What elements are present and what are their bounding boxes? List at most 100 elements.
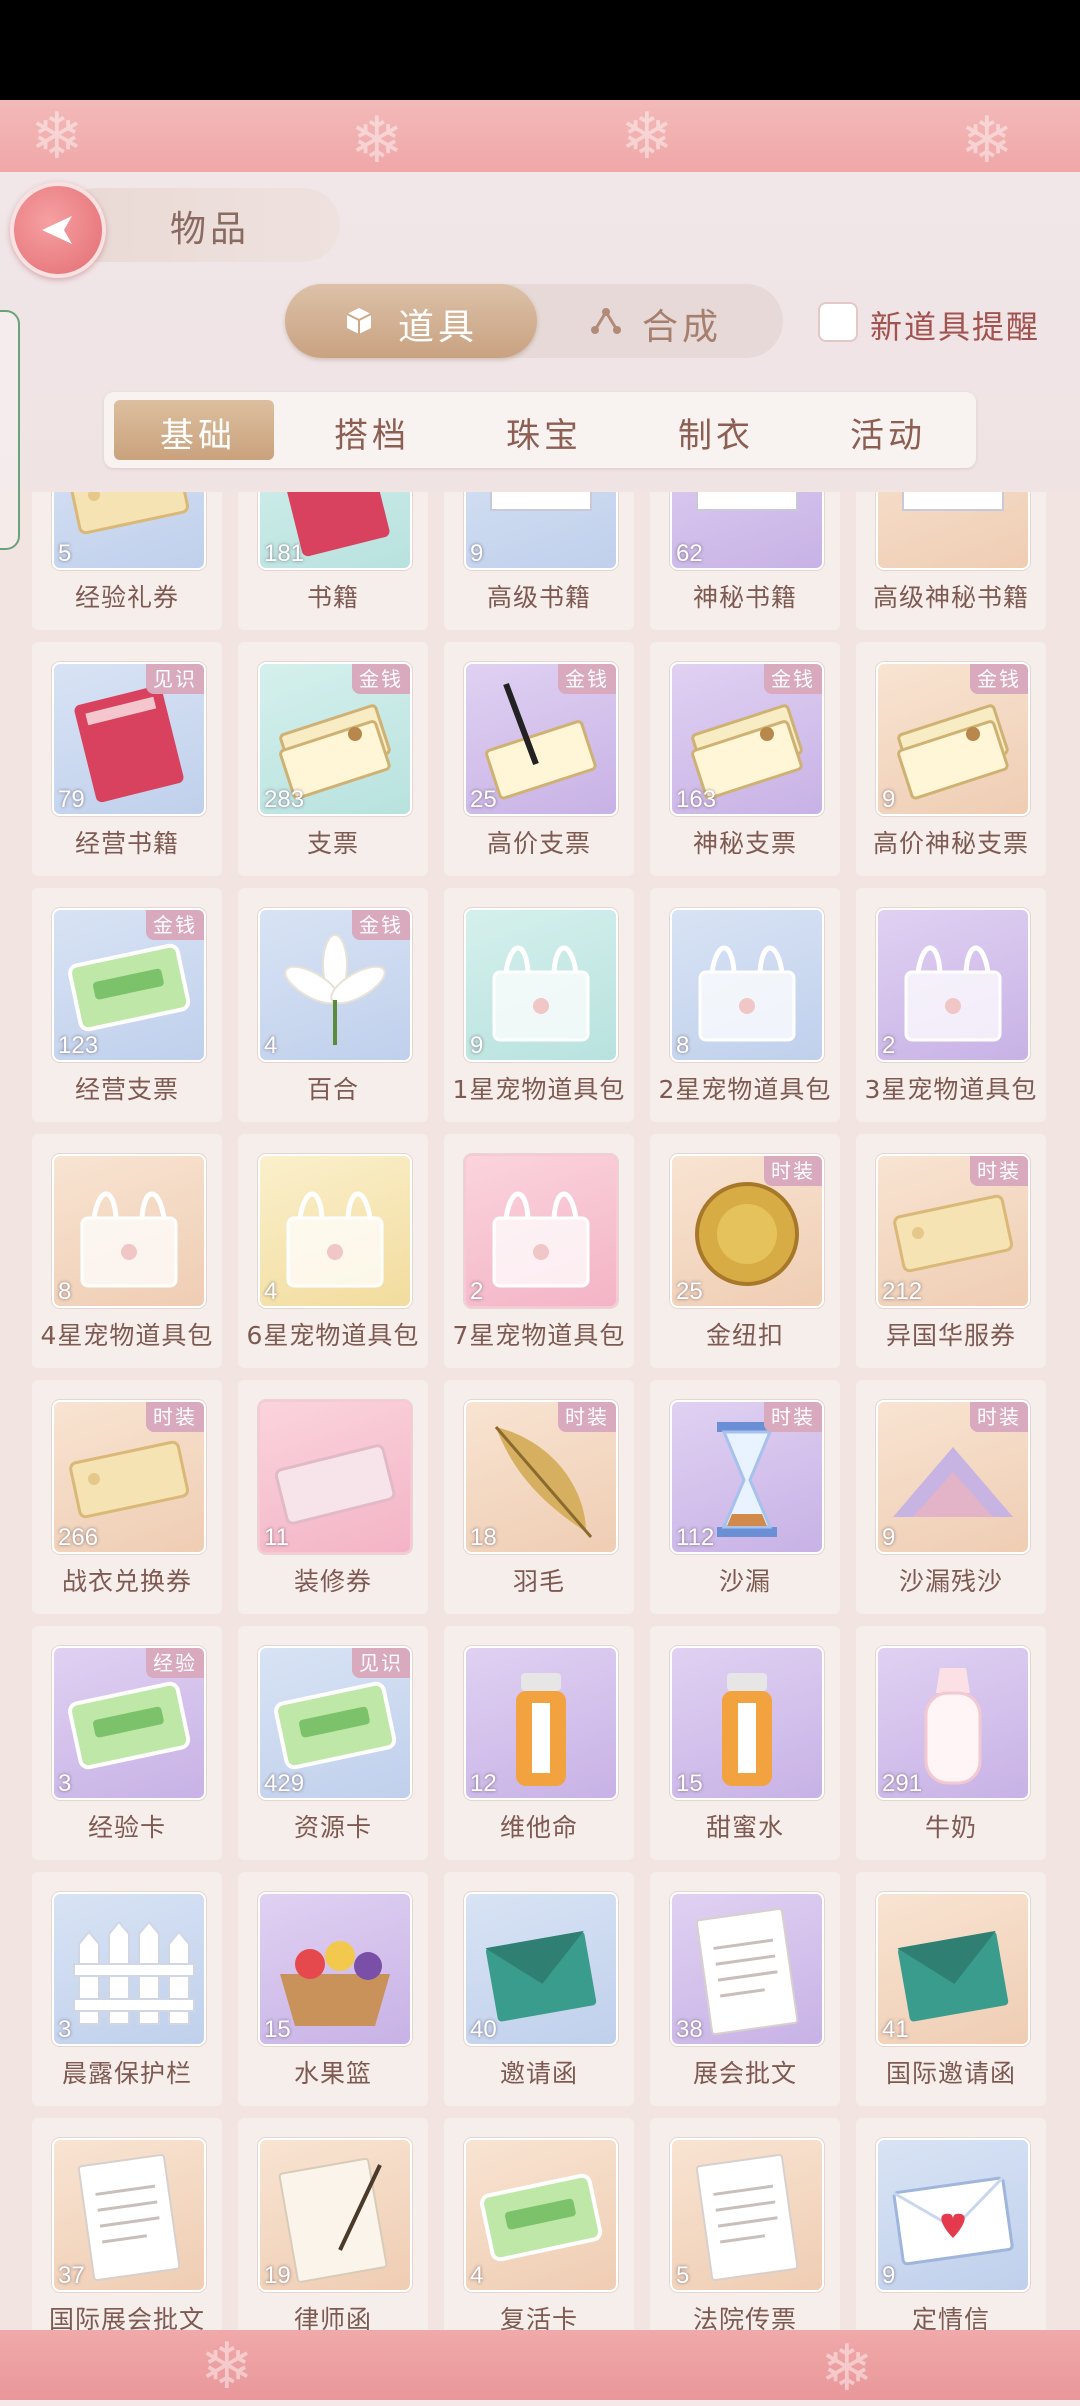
item-card[interactable]: 4 复活卡 bbox=[444, 2118, 634, 2330]
item-card[interactable]: 金钱 25 高价支票 bbox=[444, 642, 634, 876]
item-name: 定情信 bbox=[911, 2305, 990, 2330]
item-thumbnail: 8 bbox=[52, 1154, 206, 1308]
bottom-decorative-band: ❄ ❄ bbox=[0, 2330, 1080, 2406]
item-card[interactable]: 9 1星宠物道具包 bbox=[444, 888, 634, 1122]
item-count: 79 bbox=[58, 786, 85, 813]
item-card[interactable]: 5 经验礼券 bbox=[32, 492, 222, 630]
page-title: 物品 bbox=[170, 209, 251, 250]
item-thumbnail: 19 bbox=[258, 2138, 412, 2292]
item-thumbnail: 4 bbox=[464, 2138, 618, 2292]
category-tab-partner[interactable]: 搭档 bbox=[334, 408, 410, 457]
item-card[interactable]: 37 国际展会批文 bbox=[32, 2118, 222, 2330]
item-count: 112 bbox=[676, 1524, 715, 1551]
item-card[interactable]: 金钱 283 支票 bbox=[238, 642, 428, 876]
item-name: 金纽扣 bbox=[705, 1321, 784, 1350]
item-badge: 时装 bbox=[970, 1402, 1028, 1432]
item-card[interactable]: 40 邀请函 bbox=[444, 1872, 634, 2106]
item-thumbnail: 12 bbox=[464, 1646, 618, 1800]
item-count: 9 bbox=[882, 1524, 896, 1551]
item-card[interactable]: 3 晨露保护栏 bbox=[32, 1872, 222, 2106]
item-card[interactable]: 时装 266 战衣兑换券 bbox=[32, 1380, 222, 1614]
item-card[interactable]: 金钱 163 神秘支票 bbox=[650, 642, 840, 876]
item-name: 国际展会批文 bbox=[48, 2305, 205, 2330]
item-name: 高级书籍 bbox=[486, 583, 591, 612]
item-card[interactable]: 19 律师函 bbox=[238, 2118, 428, 2330]
item-name: 水果篮 bbox=[293, 2059, 372, 2088]
item-count: 291 bbox=[882, 1770, 923, 1797]
item-card[interactable]: 时装 18 羽毛 bbox=[444, 1380, 634, 1614]
fence-icon bbox=[73, 1920, 195, 2025]
item-card[interactable]: 41 国际邀请函 bbox=[856, 1872, 1046, 2106]
item-card[interactable]: 181 书籍 bbox=[238, 492, 428, 630]
item-card[interactable]: 金钱 4 百合 bbox=[238, 888, 428, 1122]
item-card[interactable]: 2 7星宠物道具包 bbox=[444, 1134, 634, 1368]
item-card[interactable]: 38 展会批文 bbox=[650, 1872, 840, 2106]
document-icon bbox=[695, 2153, 799, 2282]
item-card[interactable]: 2 3星宠物道具包 bbox=[856, 888, 1046, 1122]
item-badge: 见识 bbox=[146, 664, 204, 694]
item-thumbnail: 40 bbox=[464, 1892, 618, 2046]
item-badge: 时装 bbox=[146, 1402, 204, 1432]
item-count: 429 bbox=[264, 1770, 305, 1797]
item-card[interactable]: 见识 429 资源卡 bbox=[238, 1626, 428, 1860]
item-card[interactable]: 时装 25 金纽扣 bbox=[650, 1134, 840, 1368]
category-tab-jewelry[interactable]: 珠宝 bbox=[506, 408, 582, 457]
category-tab-event[interactable]: 活动 bbox=[850, 408, 926, 457]
category-tab-basic[interactable]: 基础 bbox=[160, 408, 236, 457]
item-thumbnail: 时装 266 bbox=[52, 1400, 206, 1554]
item-thumbnail: 时装 25 bbox=[670, 1154, 824, 1308]
gift-bag-icon bbox=[492, 1191, 590, 1288]
item-card[interactable]: 15 甜蜜水 bbox=[650, 1626, 840, 1860]
item-card[interactable]: 时装 9 沙漏残沙 bbox=[856, 1380, 1046, 1614]
item-thumbnail: 41 bbox=[876, 1892, 1030, 2046]
item-thumbnail: 37 bbox=[52, 2138, 206, 2292]
item-name: 展会批文 bbox=[692, 2059, 797, 2088]
item-card[interactable]: 金钱 123 经营支票 bbox=[32, 888, 222, 1122]
item-card[interactable]: 经验 3 经验卡 bbox=[32, 1626, 222, 1860]
item-badge: 金钱 bbox=[970, 664, 1028, 694]
item-count: 62 bbox=[676, 540, 703, 567]
item-name: 甜蜜水 bbox=[705, 1813, 784, 1842]
item-name: 4星宠物道具包 bbox=[40, 1321, 214, 1350]
item-card[interactable]: 15 水果篮 bbox=[238, 1872, 428, 2106]
item-name: 1星宠物道具包 bbox=[452, 1075, 626, 1104]
item-name: 6星宠物道具包 bbox=[246, 1321, 420, 1350]
cube-icon bbox=[346, 308, 372, 334]
item-card[interactable]: 62 神秘书籍 bbox=[650, 492, 840, 630]
item-thumbnail: 经验 3 bbox=[52, 1646, 206, 1800]
item-count: 8 bbox=[58, 1278, 72, 1305]
item-thumbnail: 4 bbox=[258, 1154, 412, 1308]
gift-bag-icon bbox=[492, 945, 590, 1042]
item-card[interactable]: 时装 112 沙漏 bbox=[650, 1380, 840, 1614]
item-card[interactable]: 9 高级书籍 bbox=[444, 492, 634, 630]
gift-bag-icon bbox=[904, 945, 1002, 1042]
item-card[interactable]: 4 6星宠物道具包 bbox=[238, 1134, 428, 1368]
item-card[interactable]: 金钱 9 高价神秘支票 bbox=[856, 642, 1046, 876]
item-card[interactable]: 291 牛奶 bbox=[856, 1626, 1046, 1860]
item-card[interactable]: 8 4星宠物道具包 bbox=[32, 1134, 222, 1368]
item-card[interactable]: 9 定情信 bbox=[856, 2118, 1046, 2330]
item-card[interactable]: 5 法院传票 bbox=[650, 2118, 840, 2330]
item-count: 37 bbox=[58, 2262, 85, 2289]
item-card[interactable]: 时装 212 异国华服券 bbox=[856, 1134, 1046, 1368]
item-count: 163 bbox=[676, 786, 717, 813]
item-name: 复活卡 bbox=[499, 2305, 578, 2330]
item-name: 高级神秘书籍 bbox=[872, 583, 1029, 612]
item-badge: 时装 bbox=[764, 1156, 822, 1186]
item-count: 212 bbox=[882, 1278, 923, 1305]
item-count: 4 bbox=[264, 1032, 278, 1059]
item-name: 经营支票 bbox=[74, 1075, 179, 1104]
item-count: 41 bbox=[882, 2016, 909, 2043]
item-card[interactable]: 见识 79 经营书籍 bbox=[32, 642, 222, 876]
item-card[interactable]: 11 装修券 bbox=[238, 1380, 428, 1614]
item-count: 5 bbox=[676, 2262, 690, 2289]
new-item-reminder-checkbox[interactable] bbox=[818, 302, 858, 342]
item-card[interactable]: 高级神秘书籍 bbox=[856, 492, 1046, 630]
item-count: 11 bbox=[264, 1524, 289, 1551]
book-stack-icon bbox=[902, 492, 1004, 511]
back-button[interactable] bbox=[10, 182, 106, 278]
item-card[interactable]: 12 维他命 bbox=[444, 1626, 634, 1860]
item-card[interactable]: 8 2星宠物道具包 bbox=[650, 888, 840, 1122]
category-tab-tailoring[interactable]: 制衣 bbox=[678, 408, 754, 457]
item-name: 邀请函 bbox=[499, 2059, 578, 2088]
